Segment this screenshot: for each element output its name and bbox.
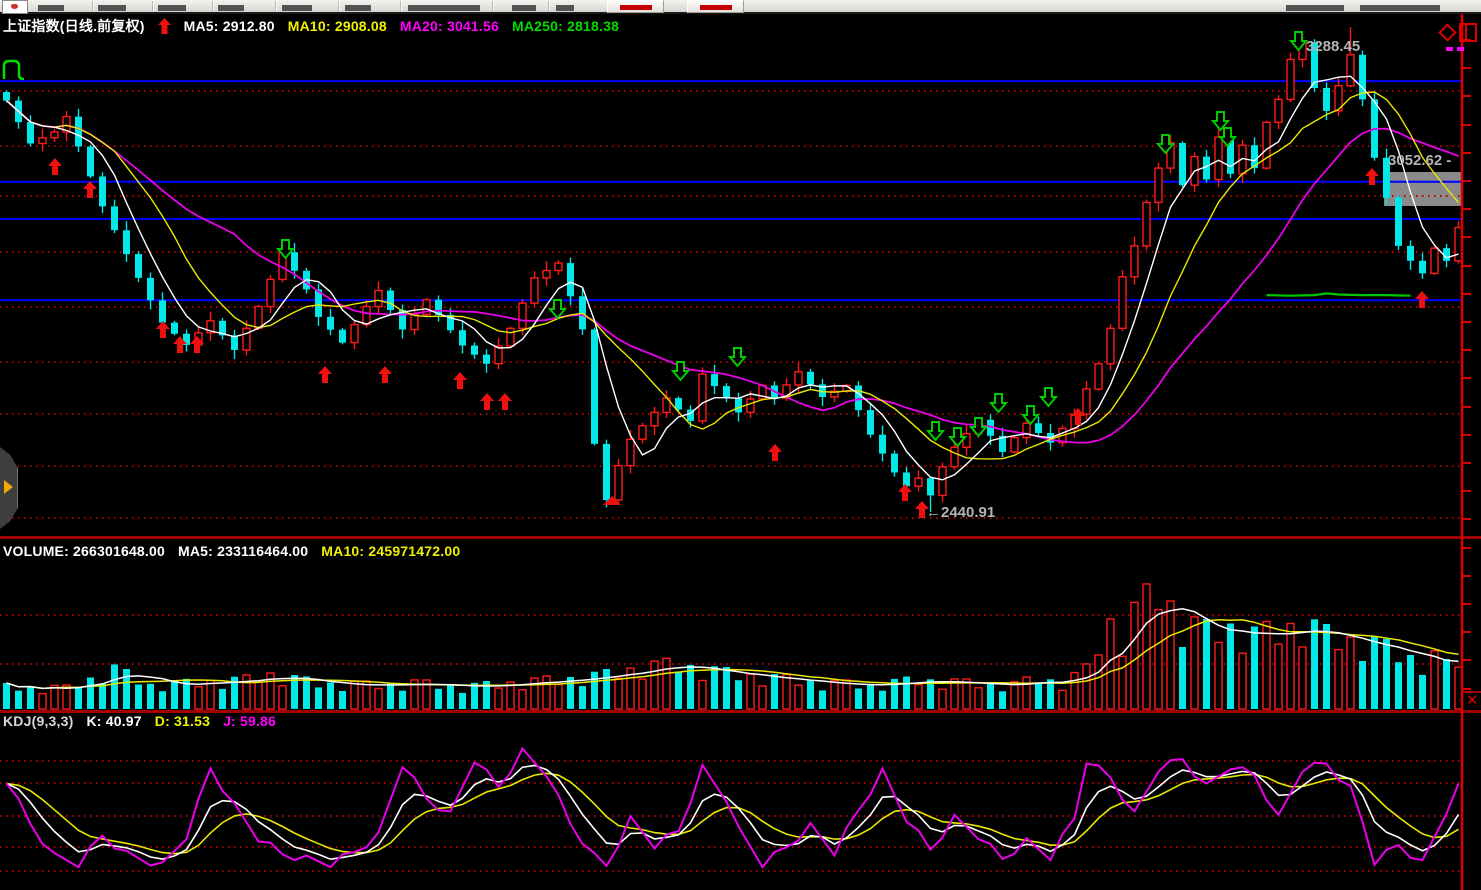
price-pane-header: 上证指数(日线.前复权) MA5: 2912.80 MA10: 2908.08 … xyxy=(3,16,619,36)
volume-ma10-value: MA10: 245971472.00 xyxy=(321,543,460,559)
kdj-k-value: K: 40.97 xyxy=(86,713,141,729)
axis-close-button[interactable]: ✕ xyxy=(1466,691,1479,709)
chart-corner-icons xyxy=(1437,22,1479,57)
trough-price-label: ←2440.91 xyxy=(926,504,995,521)
instrument-title: 上证指数(日线.前复权) xyxy=(3,16,145,36)
expand-arrow-icon xyxy=(4,480,13,494)
kdj-j-value: J: 59.86 xyxy=(223,713,276,729)
up-arrow-icon xyxy=(158,18,171,34)
chart-canvas[interactable] xyxy=(0,0,1481,890)
split-window-icon[interactable] xyxy=(1460,24,1476,41)
current-price-label: 3052.62 - xyxy=(1388,152,1451,169)
kdj-d-value: D: 31.53 xyxy=(155,713,210,729)
magenta-mark xyxy=(1457,47,1464,51)
kdj-pane-header: KDJ(9,3,3) K: 40.97 D: 31.53 J: 59.86 xyxy=(3,713,276,729)
ma20-value: MA20: 3041.56 xyxy=(400,18,499,34)
peak-price-label: 3288.45 xyxy=(1306,38,1360,55)
data-start-marker-icon xyxy=(1,58,27,82)
volume-pane-header: VOLUME: 266301648.00 MA5: 233116464.00 M… xyxy=(3,543,460,559)
volume-value: VOLUME: 266301648.00 xyxy=(3,543,165,559)
ma5-value: MA5: 2912.80 xyxy=(184,18,275,34)
terminal-window: 上证指数(日线.前复权) MA5: 2912.80 MA10: 2908.08 … xyxy=(0,0,1481,890)
ma10-value: MA10: 2908.08 xyxy=(288,18,387,34)
volume-ma5-value: MA5: 233116464.00 xyxy=(178,543,308,559)
diamond-icon[interactable] xyxy=(1440,25,1456,41)
ma250-value: MA250: 2818.38 xyxy=(512,18,619,34)
magenta-mark xyxy=(1446,47,1453,51)
kdj-name: KDJ(9,3,3) xyxy=(3,713,73,729)
